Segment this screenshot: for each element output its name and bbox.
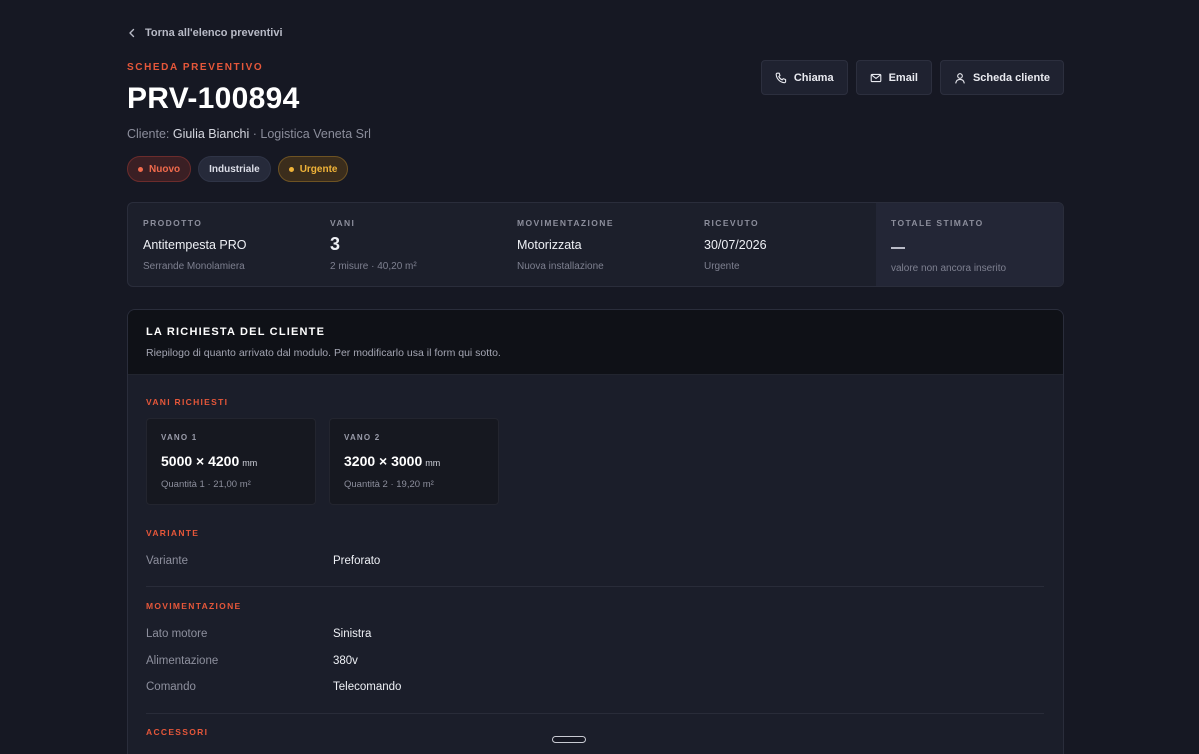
section-title-variante: VARIANTE [146,528,200,538]
vano-dimensions: 3200 × 3000 mm [344,453,484,469]
summary-label: PRODOTTO [143,218,203,228]
summary-sub: 2 misure · 40,20 m² [330,261,417,272]
card-description: Riepilogo di quanto arrivato dal modulo.… [146,347,501,359]
phone-icon [775,72,786,83]
detail-value: Sinistra [333,628,372,640]
detail-value: 380v [333,655,358,667]
user-icon [955,72,965,84]
page-title: PRV-100894 [127,82,300,115]
summary-movimentazione: MOVIMENTAZIONE Motorizzata Nuova install… [502,203,689,286]
scroll-handle[interactable] [552,736,586,743]
summary-label: VANI [330,218,356,228]
header-actions: Chiama Email Scheda cliente [760,60,1064,95]
client-card-button-label: Scheda cliente [972,71,1050,84]
client-name: Giulia Bianchi [172,127,250,141]
section-title-accessori: ACCESSORI [146,727,209,737]
badge-label: Urgente [299,163,338,175]
summary-label: TOTALE STIMATO [891,218,984,228]
summary-sub: Serrande Monolamiera [143,261,245,272]
vano-dimensions-value: 3200 × 3000 [344,453,423,469]
summary-prodotto: PRODOTTO Antitempesta PRO Serrande Monol… [128,203,315,286]
summary-ricevuto: RICEVUTO 30/07/2026 Urgente [689,203,876,286]
mail-icon [870,73,881,82]
card-header: LA RICHIESTA DEL CLIENTE Riepilogo di qu… [128,310,1063,375]
summary-value: 30/07/2026 [704,238,767,252]
detail-row: Lato motore Sinistra [146,628,371,640]
client-prefix: Cliente: [127,127,173,141]
summary-panel: PRODOTTO Antitempesta PRO Serrande Monol… [127,202,1064,287]
summary-label: MOVIMENTAZIONE [517,218,614,228]
detail-key: Lato motore [146,628,208,640]
summary-value: Antitempesta PRO [143,238,247,252]
detail-row: Comando Telecomando [146,681,401,693]
vano-sub: Quantità 2 · 19,20 m² [344,479,434,490]
status-dot [138,166,143,172]
summary-sub: valore non ancora inserito [891,263,1007,274]
status-badges: Nuovo Industriale Urgente [127,156,349,182]
client-card-button[interactable]: Scheda cliente [939,60,1064,95]
badge-label: Industriale [209,163,260,175]
summary-value: 3 [330,234,341,254]
client-company: · Logistica Veneta Srl [249,127,371,141]
status-dot [288,166,294,172]
detail-row: Alimentazione 380v [146,655,358,667]
vano-label: VANO 1 [161,433,198,442]
section-divider [146,586,1044,587]
status-badge-new: Nuovo [127,156,192,182]
card-title: LA RICHIESTA DEL CLIENTE [146,326,326,338]
section-divider [146,713,1044,714]
badge-label: Nuovo [149,163,181,175]
call-button[interactable]: Chiama [760,60,848,95]
summary-sub: Urgente [704,261,740,272]
detail-value: Preforato [333,555,381,567]
section-title-movimentazione: MOVIMENTAZIONE [146,601,242,611]
vano-unit: mm [242,458,258,468]
email-button-label: Email [888,71,918,84]
summary-sub: Nuova installazione [517,261,604,272]
vano-label: VANO 2 [344,433,381,442]
category-badge: Industriale [198,156,271,182]
vano-card: VANO 1 5000 × 4200 mm Quantità 1 · 21,00 … [146,418,316,505]
vano-card: VANO 2 3200 × 3000 mm Quantità 2 · 19,20 … [329,418,499,505]
vano-dimensions: 5000 × 4200 mm [161,453,301,469]
priority-badge: Urgente [277,156,349,182]
back-link[interactable]: Torna all'elenco preventivi [127,27,283,39]
empty-value-dash [891,247,905,249]
vano-dimensions-value: 5000 × 4200 [161,453,240,469]
summary-value: Motorizzata [517,238,582,252]
summary-label: RICEVUTO [704,218,759,228]
call-button-label: Chiama [793,71,834,84]
back-link-label: Torna all'elenco preventivi [145,27,283,39]
page-eyebrow: SCHEDA PREVENTIVO [127,62,264,73]
vano-sub: Quantità 1 · 21,00 m² [161,479,251,490]
client-line: Cliente: Giulia Bianchi · Logistica Vene… [127,127,371,141]
client-request-card: LA RICHIESTA DEL CLIENTE Riepilogo di qu… [127,309,1064,754]
chevron-left-icon [129,28,135,38]
email-button[interactable]: Email [855,60,932,95]
detail-key: Comando [146,681,196,693]
detail-row: Variante Preforato [146,555,380,567]
section-title-vani: VANI RICHIESTI [146,397,229,407]
vano-unit: mm [425,458,441,468]
detail-key: Variante [146,555,188,567]
detail-value: Telecomando [333,681,402,693]
detail-key: Alimentazione [146,655,219,667]
summary-vani: VANI 3 2 misure · 40,20 m² [315,203,502,286]
summary-totale: TOTALE STIMATO valore non ancora inserit… [876,203,1063,286]
